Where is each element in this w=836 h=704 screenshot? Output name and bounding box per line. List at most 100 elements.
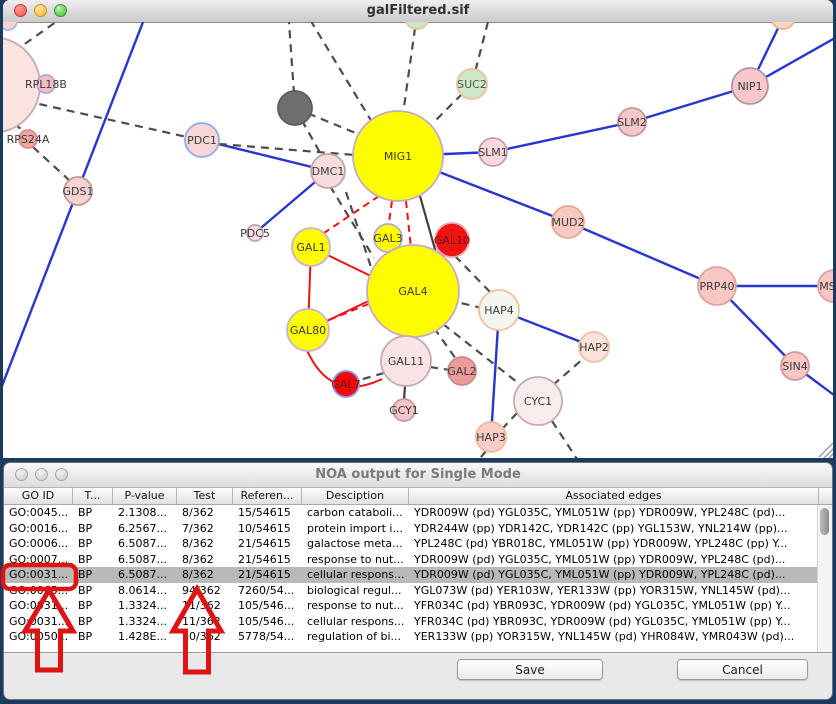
resize-grip[interactable] <box>829 453 833 458</box>
graph-edge[interactable] <box>33 147 70 181</box>
column-header-referen[interactable]: Referen... <box>233 488 302 504</box>
table-cell: 105/546... <box>233 614 302 630</box>
table-cell: 7/362 <box>177 521 233 537</box>
table-cell: 1.3324... <box>113 598 177 614</box>
table-cell: GO:0045... <box>4 505 73 521</box>
graph-node-label: NIP1 <box>737 80 762 93</box>
graph-edge[interactable] <box>434 328 456 359</box>
table-row[interactable]: GO:0065...BP8.0614...94/3627260/54...bio… <box>4 583 832 599</box>
table-cell: cellular respons... <box>302 567 409 583</box>
graph-edge[interactable] <box>403 22 417 114</box>
table-cell: BP <box>73 614 113 630</box>
column-header-t[interactable]: T... <box>73 488 113 504</box>
table-cell: YFR034C (pd) YBR093C, YDR009W (pd) YGL03… <box>409 614 819 630</box>
graph-edge[interactable] <box>552 421 577 458</box>
graph-node-gray-node[interactable] <box>278 91 312 125</box>
graph-edge[interactable] <box>321 196 379 235</box>
noa-window-title: NOA output for Single Mode <box>4 467 832 482</box>
graph-node-label: GAL3 <box>373 232 402 245</box>
table-header-row: GO IDT...P-valueTestReferen...Desciption… <box>4 488 832 505</box>
table-row[interactable]: GO:0006...BP6.5087...8/36221/54615galact… <box>4 536 832 552</box>
table-cell: 6.5087... <box>113 552 177 568</box>
table-cell: YFR034C (pd) YBR093C, YDR009W (pd) YGL03… <box>409 598 819 614</box>
graph-edge[interactable] <box>503 413 517 428</box>
graph-edge[interactable] <box>303 22 372 122</box>
column-header-go-id[interactable]: GO ID <box>4 488 73 504</box>
table-body: GO:0045...BP2.1308...8/36215/54615carbon… <box>4 505 832 645</box>
graph-edge[interactable] <box>455 256 492 294</box>
table-cell: GO:0031... <box>4 567 73 583</box>
table-row[interactable]: GO:0031...BP1.3324...11/362105/546...res… <box>4 598 832 614</box>
network-canvas[interactable]: RPL18BRPS24AGDS1PDC1MIG1SUC2SLM1SLM2NIP1… <box>3 22 833 458</box>
graph-node-label: SLM1 <box>478 146 508 159</box>
table-cell: response to nut... <box>302 598 409 614</box>
table-cell: 94/362 <box>177 583 233 599</box>
table-row[interactable]: GO:0031...BP6.5087...8/36221/54615cellul… <box>4 567 832 583</box>
graph-node-label: HAP4 <box>484 304 513 317</box>
graph-node-label: PDC5 <box>240 227 270 240</box>
table-row[interactable]: GO:0016...BP6.2567...7/36210/54615protei… <box>4 521 832 537</box>
graph-node-label: GDS1 <box>63 185 94 198</box>
graph-edge[interactable] <box>330 186 374 258</box>
noa-window: NOA output for Single Mode GO IDT...P-va… <box>3 462 833 700</box>
table-cell: 6.2567... <box>113 521 177 537</box>
table-cell: response to nut... <box>302 552 409 568</box>
table-cell: GO:0031... <box>4 614 73 630</box>
graph-node-label: GAL80 <box>290 324 326 337</box>
table-cell: BP <box>73 598 113 614</box>
desktop: galFiltered.sif RPL18BRPS24AGDS1PDC1MIG1… <box>0 0 836 704</box>
graph-edge[interactable] <box>472 451 486 458</box>
scrollbar-thumb[interactable] <box>820 508 829 535</box>
table-cell: 1.428E... <box>113 629 177 645</box>
graph-edge[interactable] <box>568 222 717 286</box>
column-header-p-value[interactable]: P-value <box>113 488 177 504</box>
noa-window-titlebar[interactable]: NOA output for Single Mode <box>4 463 832 488</box>
graph-node-green-sliver[interactable] <box>405 22 429 29</box>
table-cell: BP <box>73 536 113 552</box>
table-cell: biological regul... <box>302 583 409 599</box>
graph-edge[interactable] <box>406 201 411 248</box>
cancel-button[interactable]: Cancel <box>677 659 808 680</box>
graph-node-label: SUC2 <box>457 78 487 91</box>
table-cell: 8/362 <box>177 567 233 583</box>
resize-grip[interactable] <box>819 443 833 457</box>
table-cell: GO:0050... <box>4 629 73 645</box>
table-cell: 80/362 <box>177 629 233 645</box>
table-cell: 5778/54... <box>233 629 302 645</box>
graph-edge[interactable] <box>329 303 371 320</box>
table-cell: GO:0016... <box>4 521 73 537</box>
graph-window-titlebar[interactable]: galFiltered.sif <box>3 0 833 23</box>
graph-edge[interactable] <box>493 122 632 152</box>
table-cell: 8/362 <box>177 505 233 521</box>
graph-node-label: MUD2 <box>551 216 584 229</box>
table-cell: BP <box>73 629 113 645</box>
table-cell: 11/362 <box>177 614 233 630</box>
table-cell: GO:0007... <box>4 552 73 568</box>
table-row[interactable]: GO:0050...BP1.428E...80/3625778/54...reg… <box>4 629 832 645</box>
table-row[interactable]: GO:0045...BP2.1308...8/36215/54615carbon… <box>4 505 832 521</box>
table-cell: galactose meta... <box>302 536 409 552</box>
table-cell: 1.3324... <box>113 614 177 630</box>
graph-edge[interactable] <box>553 358 584 385</box>
table-cell: BP <box>73 505 113 521</box>
table-cell: cellular respons... <box>302 614 409 630</box>
table-cell: 21/54615 <box>233 536 302 552</box>
table-cell: YGL073W (pd) YER103W, YER133W (pp) YOR31… <box>409 583 819 599</box>
column-header-associated-edges[interactable]: Associated edges <box>409 488 819 504</box>
table-cell: 15/54615 <box>233 505 302 521</box>
column-header-test[interactable]: Test <box>177 488 233 504</box>
graph-node-sliver-top-left[interactable] <box>3 22 17 30</box>
table-row[interactable]: GO:0031...BP1.3324...11/362105/546...cel… <box>4 614 832 630</box>
table-cell: YDR244W (pp) YDR142C, YDR142C (pp) YGL15… <box>409 521 819 537</box>
table-row[interactable]: GO:0007...BP6.5087...8/36221/54615respon… <box>4 552 832 568</box>
graph-node-peach-sliver[interactable] <box>771 22 795 29</box>
resize-grip[interactable] <box>824 448 833 458</box>
vertical-scrollbar[interactable] <box>817 505 832 652</box>
table-cell: 10/54615 <box>233 521 302 537</box>
table-cell: 7260/54... <box>233 583 302 599</box>
column-header-desciption[interactable]: Desciption <box>302 488 409 504</box>
table-cell: 21/54615 <box>233 552 302 568</box>
table-cell: 8.0614... <box>113 583 177 599</box>
table-cell: BP <box>73 583 113 599</box>
save-button[interactable]: Save <box>457 659 603 680</box>
